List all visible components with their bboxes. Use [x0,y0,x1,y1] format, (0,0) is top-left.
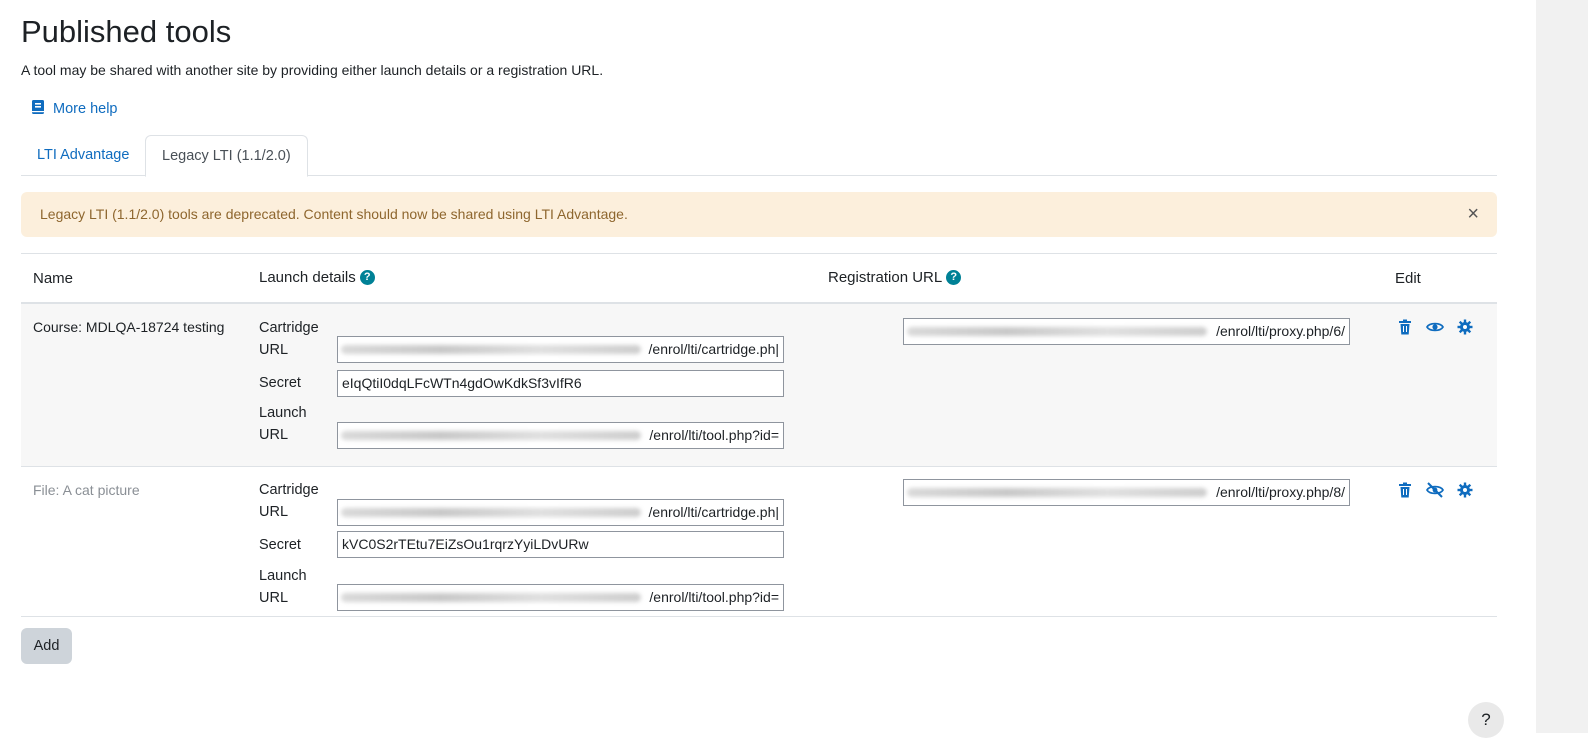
secret-label: Secret [259,375,301,391]
delete-icon[interactable] [1396,481,1414,499]
launch-url-label: Launch URL [259,568,307,606]
secret-field[interactable]: eIqQtiI0dqLFcWTn4gdOwKdkSf3vIfR6 [337,370,784,397]
registration-url-field[interactable]: /enrol/lti/proxy.php/8/ [903,479,1350,506]
right-drawer-strip [1536,0,1588,733]
book-icon [31,99,45,119]
published-tools-table: Name Launch details ? Registration URL ?… [21,253,1497,617]
page-description: A tool may be shared with another site b… [21,62,604,78]
launch-url-field[interactable]: /enrol/lti/tool.php?id= [337,584,784,611]
tool-name: Course: MDLQA-18724 testing [33,319,225,335]
secret-label: Secret [259,537,301,553]
eye-slash-icon[interactable] [1426,481,1444,499]
table-row: File: A cat picture Cartridge URL /enrol/… [21,467,1497,617]
launch-url-label: Launch URL [259,405,307,443]
registration-url-field[interactable]: /enrol/lti/proxy.php/6/ [903,318,1350,345]
delete-icon[interactable] [1396,318,1414,336]
row-actions [1396,481,1474,499]
eye-icon[interactable] [1426,318,1444,336]
cartridge-url-field[interactable]: /enrol/lti/cartridge.ph| [337,499,784,526]
help-icon[interactable]: ? [946,270,962,285]
table-row: Course: MDLQA-18724 testing Cartridge URL… [21,304,1497,467]
add-button[interactable]: Add [21,628,72,664]
header-launch-details: Launch details ? [259,269,375,286]
tab-bar: LTI Advantage Legacy LTI (1.1/2.0) [21,135,1497,177]
close-icon[interactable]: × [1467,192,1479,237]
help-icon[interactable]: ? [359,270,375,285]
tool-name: File: A cat picture [33,482,140,498]
more-help-label: More help [53,101,118,117]
tab-lti-advantage[interactable]: LTI Advantage [21,135,145,176]
header-edit: Edit [1395,270,1421,287]
gear-icon[interactable] [1456,318,1474,336]
launch-url-field[interactable]: /enrol/lti/tool.php?id= [337,422,784,449]
cartridge-url-label: Cartridge URL [259,482,319,520]
table-header: Name Launch details ? Registration URL ?… [21,253,1497,304]
header-registration-label: Registration URL [828,269,943,286]
header-edit-label: Edit [1395,270,1421,287]
header-name: Name [33,270,73,287]
header-launch-label: Launch details [259,269,356,286]
deprecation-alert: Legacy LTI (1.1/2.0) tools are deprecate… [21,192,1497,237]
gear-icon[interactable] [1456,481,1474,499]
alert-message: Legacy LTI (1.1/2.0) tools are deprecate… [40,206,628,222]
cartridge-url-field[interactable]: /enrol/lti/cartridge.ph| [337,336,784,363]
more-help-link[interactable]: More help [31,99,117,119]
page-title: Published tools [21,14,232,49]
secret-field[interactable]: kVC0S2rTEtu7EiZsOu1rqrzYyiLDvURw [337,531,784,558]
tab-legacy-lti[interactable]: Legacy LTI (1.1/2.0) [145,135,308,177]
header-registration-url: Registration URL ? [828,269,962,286]
row-actions [1396,318,1474,336]
header-name-label: Name [33,270,74,287]
cartridge-url-label: Cartridge URL [259,320,319,358]
